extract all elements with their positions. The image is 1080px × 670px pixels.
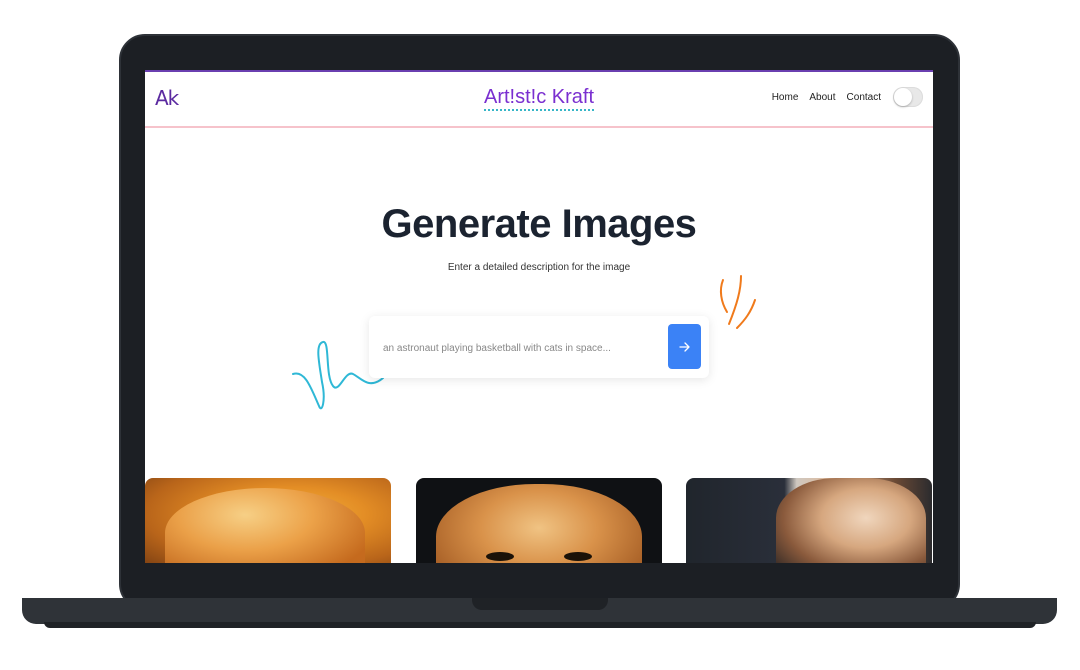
brand-title-text: Art!st!c Kraft xyxy=(483,86,595,111)
toggle-knob xyxy=(894,88,912,106)
nav-links: Home About Contact xyxy=(772,92,881,103)
gallery-image-orange-cat[interactable] xyxy=(145,478,391,563)
nav-link-home[interactable]: Home xyxy=(772,92,799,103)
arrow-right-icon xyxy=(678,341,690,352)
prompt-card xyxy=(369,316,709,378)
cat-ear xyxy=(776,478,926,563)
theme-toggle[interactable] xyxy=(893,87,923,107)
generate-button[interactable] xyxy=(668,324,701,369)
nav-link-about[interactable]: About xyxy=(809,92,835,103)
cat-eye-right xyxy=(564,552,592,561)
prompt-input[interactable] xyxy=(381,335,655,361)
cat-face xyxy=(436,484,642,563)
image-gallery xyxy=(145,478,933,563)
cat-fur xyxy=(165,488,365,563)
page-title: Generate Images xyxy=(381,202,697,246)
laptop-foot xyxy=(44,622,1036,628)
app-screen: Ak Art!st!c Kraft Home About Contact Gen… xyxy=(145,70,933,563)
page-subtitle: Enter a detailed description for the ima… xyxy=(447,262,631,273)
gallery-image-calico-cat[interactable] xyxy=(686,478,932,563)
navbar: Ak Art!st!c Kraft Home About Contact xyxy=(145,72,933,128)
gallery-image-ginger-cat[interactable] xyxy=(416,478,662,563)
nav-link-contact[interactable]: Contact xyxy=(847,92,881,103)
sparkle-doodle-icon xyxy=(719,275,756,329)
cat-eye-left xyxy=(486,552,514,561)
laptop-notch xyxy=(472,598,608,610)
